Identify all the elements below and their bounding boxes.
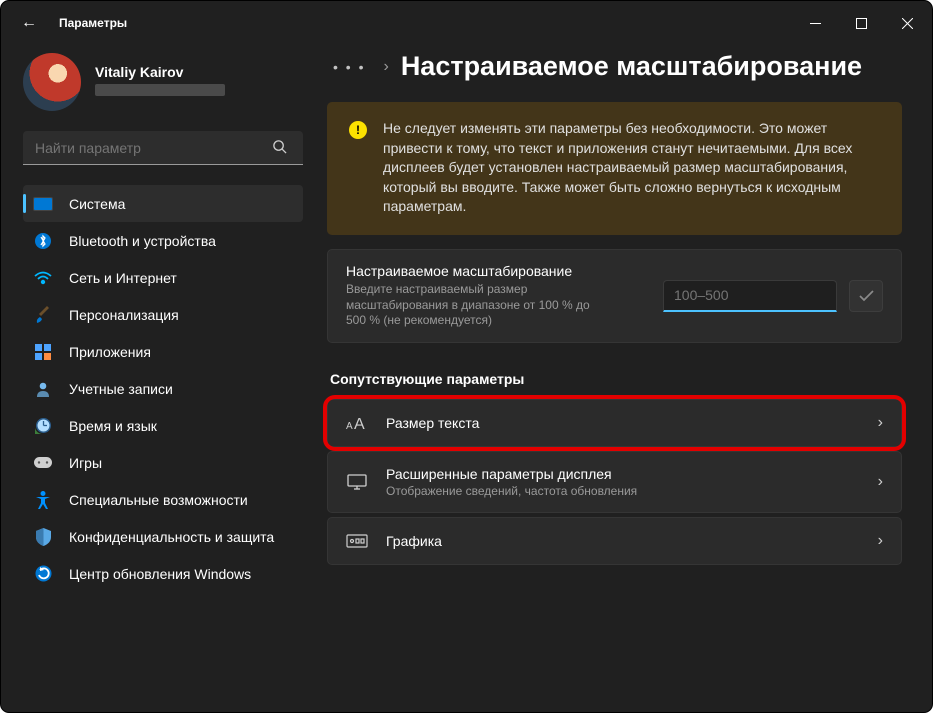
custom-scale-card: Настраиваемое масштабирование Введите на… (327, 249, 902, 343)
nav-label: Центр обновления Windows (69, 566, 251, 582)
nav-label: Персонализация (69, 307, 179, 323)
nav-item-gaming[interactable]: Игры (23, 444, 303, 481)
close-button[interactable] (884, 7, 930, 39)
nav-item-accessibility[interactable]: Специальные возможности (23, 481, 303, 518)
sidebar: Vitaliy Kairov Система Bluetooth и устро… (1, 45, 309, 712)
link-graphics[interactable]: Графика › (327, 517, 902, 565)
wifi-icon (33, 268, 53, 288)
nav-label: Специальные возможности (69, 492, 248, 508)
breadcrumb: • • • › Настраиваемое масштабирование (327, 51, 902, 82)
profile-email-blurred (95, 84, 225, 96)
nav-item-apps[interactable]: Приложения (23, 333, 303, 370)
nav-label: Игры (69, 455, 102, 471)
warning-icon: ! (349, 121, 367, 139)
nav-item-bluetooth[interactable]: Bluetooth и устройства (23, 222, 303, 259)
profile-name: Vitaliy Kairov (95, 64, 225, 80)
custom-scale-title: Настраиваемое масштабирование (346, 263, 606, 279)
link-title: Графика (386, 533, 442, 549)
clock-icon (33, 416, 53, 436)
text-size-icon: AA (346, 415, 368, 431)
search-icon (272, 139, 287, 159)
search-input[interactable] (23, 131, 303, 165)
breadcrumb-ellipsis[interactable]: • • • (327, 57, 371, 77)
warning-text: Не следует изменять эти параметры без не… (383, 119, 882, 217)
svg-text:A: A (346, 421, 353, 431)
nav-label: Приложения (69, 344, 151, 360)
avatar (23, 53, 81, 111)
confirm-button[interactable] (849, 280, 883, 312)
nav-item-network[interactable]: Сеть и Интернет (23, 259, 303, 296)
gamepad-icon (33, 453, 53, 473)
shield-icon (33, 527, 53, 547)
link-title: Расширенные параметры дисплея (386, 466, 612, 482)
update-icon (33, 564, 53, 584)
check-icon (859, 290, 874, 302)
person-icon (33, 379, 53, 399)
nav-label: Сеть и Интернет (69, 270, 177, 286)
apps-icon (33, 342, 53, 362)
titlebar: ← Параметры (1, 1, 932, 45)
link-sub: Отображение сведений, частота обновления (386, 484, 878, 498)
related-heading: Сопутствующие параметры (330, 371, 902, 387)
window-title: Параметры (59, 16, 792, 30)
nav-item-accounts[interactable]: Учетные записи (23, 370, 303, 407)
maximize-button[interactable] (838, 7, 884, 39)
link-advanced-display[interactable]: Расширенные параметры дисплея Отображение… (327, 451, 902, 513)
settings-window: ← Параметры Vitaliy Kairov Система B (0, 0, 933, 713)
nav-label: Система (69, 196, 125, 212)
back-button[interactable]: ← (21, 14, 37, 32)
nav-item-personalization[interactable]: Персонализация (23, 296, 303, 333)
nav-label: Конфиденциальность и защита (69, 529, 274, 545)
warning-banner: ! Не следует изменять эти параметры без … (327, 102, 902, 235)
profile-block[interactable]: Vitaliy Kairov (23, 53, 303, 111)
bluetooth-icon (33, 231, 53, 251)
display-icon (33, 194, 53, 214)
svg-text:A: A (354, 416, 365, 431)
link-title: Размер текста (386, 415, 479, 431)
search-box[interactable] (23, 131, 303, 165)
nav-item-privacy[interactable]: Конфиденциальность и защита (23, 518, 303, 555)
link-text-size[interactable]: AA Размер текста › (327, 399, 902, 447)
minimize-button[interactable] (792, 7, 838, 39)
nav-label: Bluetooth и устройства (69, 233, 216, 249)
nav-label: Учетные записи (69, 381, 173, 397)
nav-item-system[interactable]: Система (23, 185, 303, 222)
chevron-right-icon: › (878, 414, 883, 432)
graphics-icon (346, 534, 368, 548)
brush-icon (33, 305, 53, 325)
nav-item-time[interactable]: Время и язык (23, 407, 303, 444)
nav-item-update[interactable]: Центр обновления Windows (23, 555, 303, 592)
content-area: • • • › Настраиваемое масштабирование ! … (309, 45, 932, 712)
monitor-icon (346, 474, 368, 490)
accessibility-icon (33, 490, 53, 510)
page-title: Настраиваемое масштабирование (401, 51, 862, 82)
chevron-right-icon: › (383, 58, 388, 76)
scale-input[interactable] (663, 280, 837, 312)
chevron-right-icon: › (878, 532, 883, 550)
nav-list: Система Bluetooth и устройства Сеть и Ин… (23, 185, 303, 592)
custom-scale-sub: Введите настраиваемый размер масштабиров… (346, 282, 606, 329)
nav-label: Время и язык (69, 418, 157, 434)
chevron-right-icon: › (878, 473, 883, 491)
